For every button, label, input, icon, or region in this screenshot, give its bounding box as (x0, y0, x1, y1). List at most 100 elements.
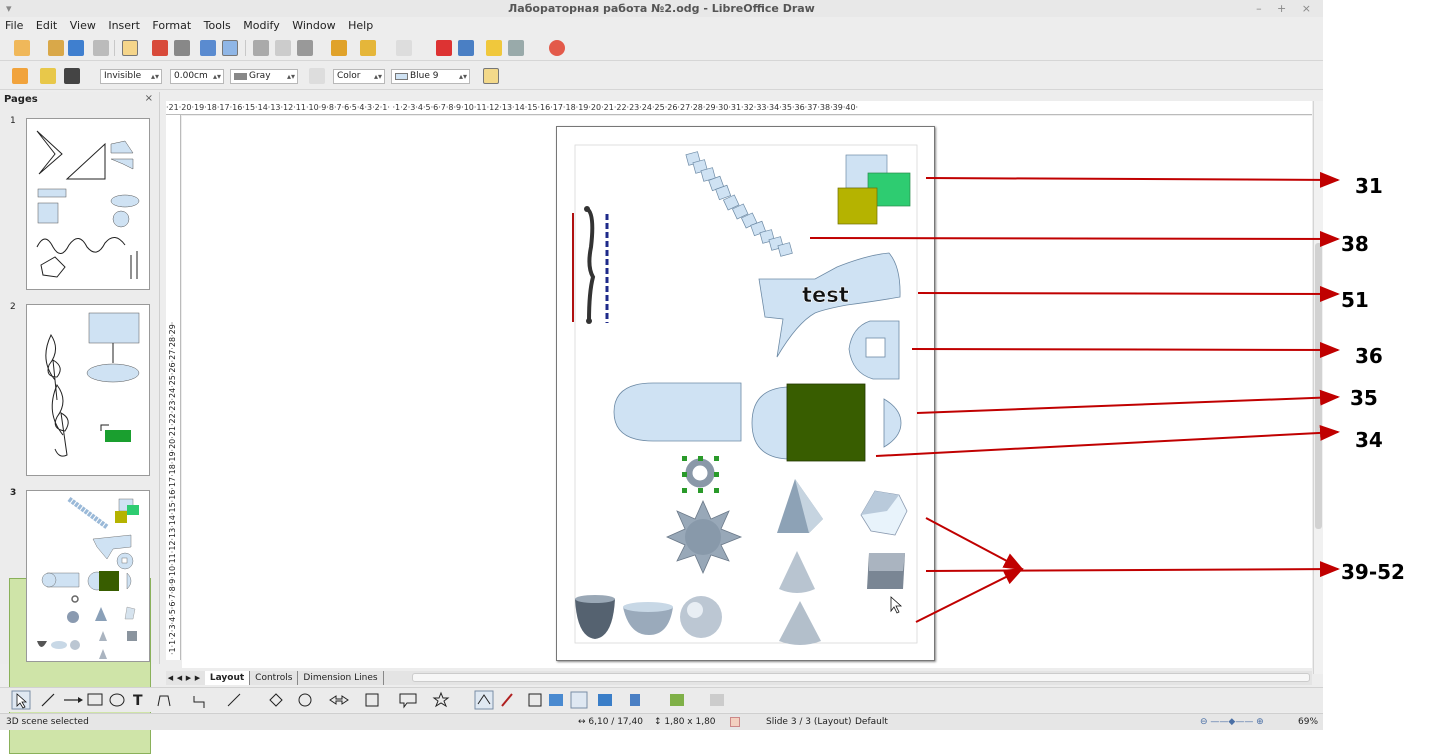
area-color-select[interactable]: Blue 9 ▴▾ (391, 69, 470, 84)
window-title: Лабораторная работа №2.odg - LibreOffice… (508, 2, 815, 15)
save-icon[interactable] (68, 40, 84, 56)
line-ends-icon[interactable] (64, 68, 80, 84)
fontwork-icon (528, 693, 542, 707)
next-tab-icon[interactable]: ▶ (184, 671, 193, 685)
last-tab-icon[interactable]: ▶ (193, 671, 202, 685)
copy-icon[interactable] (275, 40, 291, 56)
paste-icon[interactable] (297, 40, 313, 56)
redo-icon[interactable] (396, 40, 412, 56)
symbol-shapes-icon (298, 693, 312, 707)
basic-shapes-icon (269, 693, 283, 707)
blue9-swatch (395, 73, 408, 80)
square-olive (837, 187, 878, 225)
navigator-icon[interactable] (458, 40, 474, 56)
new-document-icon[interactable] (14, 40, 30, 56)
page-number-1: 1 (10, 116, 16, 126)
size-readout: ↕ 1,80 x 1,80 (654, 717, 716, 727)
zoom-icon[interactable] (508, 40, 524, 56)
menu-window[interactable]: Window (292, 19, 335, 32)
menu-bar: File Edit View Insert Format Tools Modif… (0, 17, 1323, 35)
mouse-pointer-icon (890, 596, 903, 614)
test-text: test (802, 283, 849, 307)
style-fill-icon[interactable] (40, 68, 56, 84)
ellipse-tool-icon (109, 693, 125, 707)
slide-page[interactable]: test (556, 126, 935, 661)
horizontal-ruler[interactable]: ·21·20·19·18·17·16·15·14·13·12·11·10·9·8… (166, 101, 1312, 115)
tab-layout[interactable]: Layout (204, 671, 251, 685)
cone-3d-1 (779, 551, 815, 593)
vertical-scrollbar[interactable] (1313, 101, 1323, 674)
bowl-3d (575, 599, 615, 639)
close-icon[interactable]: × (145, 93, 153, 104)
first-tab-icon[interactable]: ◀ (166, 671, 175, 685)
arrange-icon (670, 694, 684, 706)
vertical-ruler[interactable]: ·1·1·2·3·4·5·6·7·8·9·10·11·12·13·14·15·1… (166, 115, 181, 660)
spellcheck-icon[interactable] (200, 40, 216, 56)
edit-mode-icon[interactable] (122, 40, 138, 56)
inner-square (865, 337, 886, 358)
position-readout: ↔ 6,10 / 17,40 (578, 717, 643, 727)
menu-format[interactable]: Format (152, 19, 191, 32)
chart-icon[interactable] (436, 40, 452, 56)
line-style-select[interactable]: Invisible ▴▾ (100, 69, 162, 84)
label-38: 38 (1341, 232, 1369, 256)
zoom-level[interactable]: 69% (1298, 714, 1318, 731)
block-arrows-icon (329, 695, 349, 705)
area-style-select[interactable]: Color ▴▾ (333, 69, 385, 84)
points-icon (474, 690, 494, 710)
cut-icon[interactable] (253, 40, 269, 56)
menu-insert[interactable]: Insert (108, 19, 140, 32)
open-icon[interactable] (48, 40, 64, 56)
label-36: 36 (1355, 344, 1383, 368)
gallery-icon (570, 691, 588, 709)
curved-connector (585, 207, 596, 322)
menu-help[interactable]: Help (348, 19, 373, 32)
slide-content: test (572, 144, 918, 645)
undo-icon[interactable] (360, 40, 376, 56)
align-icon (630, 694, 640, 706)
zoom-slider[interactable]: ⊖ ——◆—— ⊕ (1200, 714, 1264, 731)
autospellcheck-icon[interactable] (222, 40, 238, 56)
window-controls[interactable]: – + × (1256, 0, 1317, 17)
help-icon[interactable] (549, 40, 565, 56)
half-circle-shape (751, 386, 788, 460)
dark-green-square (786, 383, 866, 462)
gluepoint-icon[interactable] (486, 40, 502, 56)
3d-objects-icon (598, 694, 612, 706)
email-icon[interactable] (93, 40, 109, 56)
line-tool-icon (41, 693, 55, 707)
area-icon[interactable] (309, 68, 325, 84)
menu-file[interactable]: File (5, 19, 23, 32)
horizontal-scrollbar[interactable] (412, 673, 1310, 682)
vertical-ruler-ticks: ·1·1·2·3·4·5·6·7·8·9·10·11·12·13·14·15·1… (168, 321, 177, 655)
shadow-disabled-icon (710, 694, 724, 706)
drawing-toolbar: T (0, 687, 1323, 712)
shadow-icon[interactable] (483, 68, 499, 84)
drawing-tools: T (11, 690, 724, 710)
print-icon[interactable] (174, 40, 190, 56)
page-thumbnail-2[interactable] (26, 304, 150, 476)
tab-controls[interactable]: Controls (250, 671, 299, 685)
page-thumbnail-1[interactable] (26, 118, 150, 290)
master-page: Default (855, 717, 888, 727)
menu-tools[interactable]: Tools (204, 19, 231, 32)
document-modified-icon[interactable] (730, 717, 740, 727)
line-width-field[interactable]: 0.00cm ▴▾ (170, 69, 224, 84)
vertical-scroll-thumb[interactable] (1315, 243, 1322, 529)
prev-tab-icon[interactable]: ◀ (175, 671, 184, 685)
page-thumbnail-3[interactable] (26, 490, 150, 662)
window-menu-icon[interactable]: ▾ (6, 0, 12, 17)
page-2-preview (45, 312, 140, 457)
line-color-select[interactable]: Gray ▴▾ (230, 69, 298, 84)
export-pdf-icon[interactable] (152, 40, 168, 56)
tab-dimension-lines[interactable]: Dimension Lines (298, 671, 384, 685)
styles-icon[interactable] (12, 68, 28, 84)
menu-view[interactable]: View (70, 19, 96, 32)
callouts-icon (399, 693, 417, 709)
label-34: 34 (1355, 428, 1383, 452)
menu-edit[interactable]: Edit (36, 19, 57, 32)
page-3-preview (37, 496, 139, 659)
label-51: 51 (1341, 288, 1369, 312)
clone-formatting-icon[interactable] (331, 40, 347, 56)
menu-modify[interactable]: Modify (243, 19, 279, 32)
